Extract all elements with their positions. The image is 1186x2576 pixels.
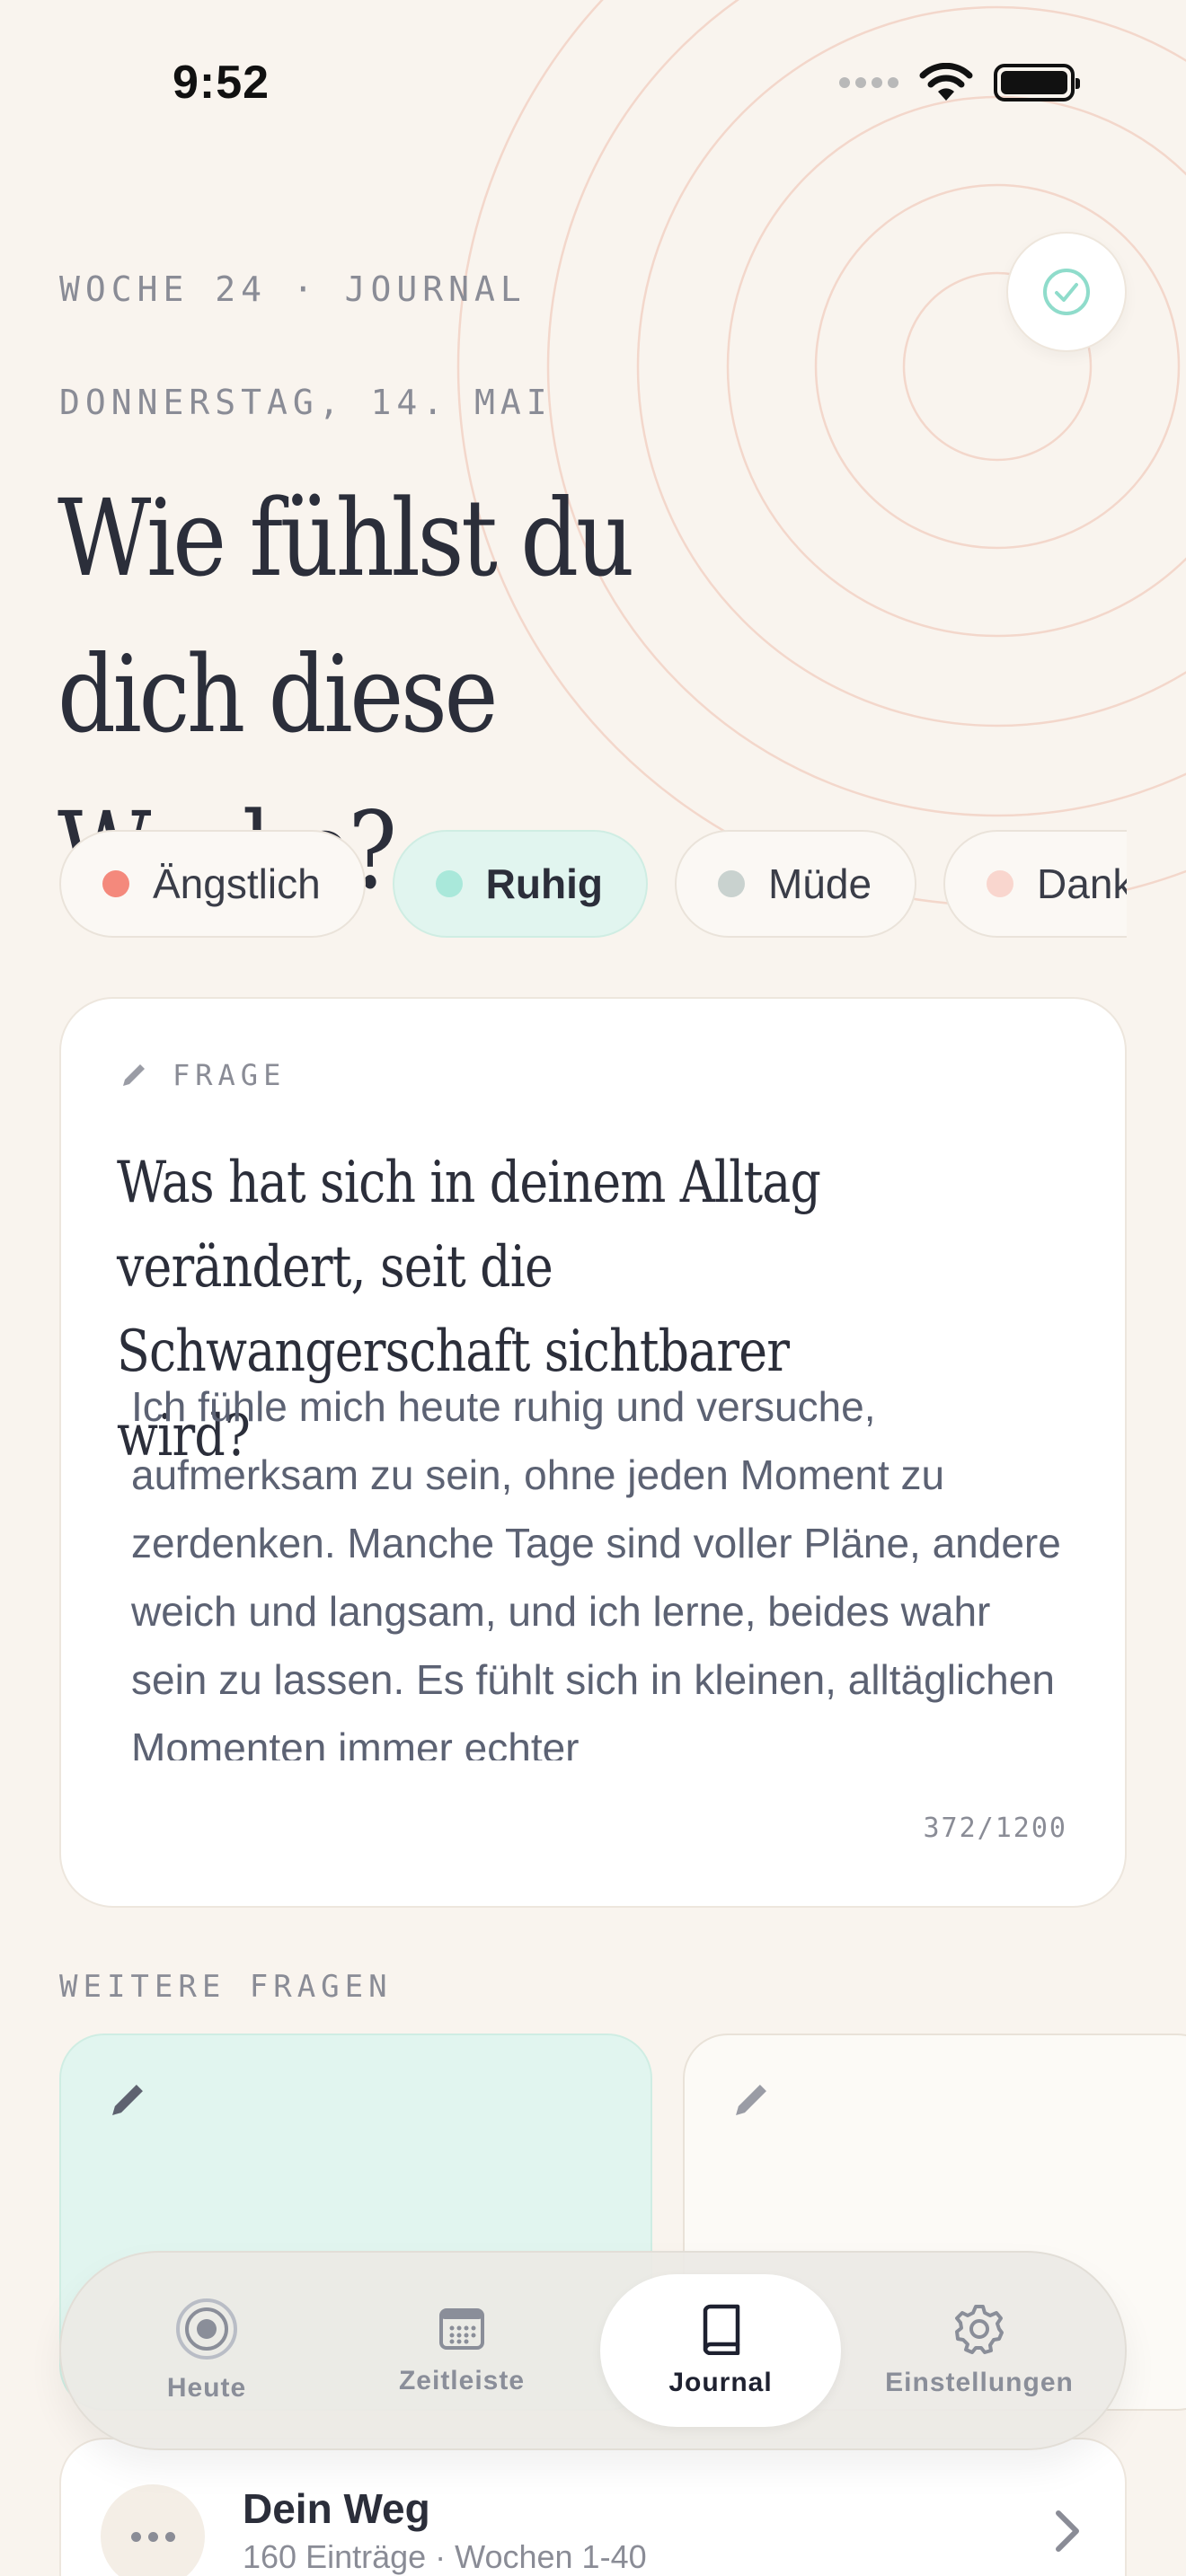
mood-chip-ruhig[interactable]: Ruhig [392, 830, 648, 938]
gear-icon [955, 2305, 1004, 2354]
tab-heute[interactable]: Heute [79, 2274, 334, 2427]
mood-chip-dankbar[interactable]: Dankbar [943, 830, 1127, 938]
mood-chip-label: Dankbar [1037, 860, 1127, 907]
mood-selector: Ängstlich Ruhig Müde Dankbar [59, 830, 1127, 941]
done-button[interactable] [1006, 232, 1127, 352]
pencil-icon [112, 2085, 143, 2115]
journey-subtitle: 160 Einträge · Wochen 1-40 [243, 2538, 647, 2575]
mood-chip-aengstlich[interactable]: Ängstlich [59, 830, 366, 938]
tab-label: Einstellungen [885, 2368, 1074, 2397]
calendar-icon [439, 2308, 484, 2350]
mood-color-dot [435, 870, 463, 897]
tab-bar: Heute Zeitleiste Journal Einstellungen [59, 2251, 1127, 2450]
tab-journal[interactable]: Journal [600, 2274, 841, 2427]
tab-einstellungen[interactable]: Einstellungen [852, 2274, 1107, 2427]
mood-chip-label: Ruhig [485, 860, 603, 907]
tab-label: Journal [668, 2368, 773, 2397]
tab-label: Heute [166, 2373, 247, 2403]
journey-title: Dein Weg [243, 2485, 430, 2532]
week-label: WOCHE 24 · JOURNAL [59, 269, 527, 309]
mood-color-dot [102, 870, 129, 897]
mood-chip-label: Ängstlich [153, 860, 321, 907]
wifi-icon [919, 63, 973, 101]
tab-zeitleiste[interactable]: Zeitleiste [334, 2274, 589, 2427]
chevron-right-icon [1056, 2510, 1079, 2552]
mood-chip-muede[interactable]: Müde [674, 830, 917, 938]
pencil-icon [123, 1064, 145, 1086]
answer-textarea[interactable]: Ich fühle mich heute ruhig und versuche,… [131, 1372, 1066, 1760]
cellular-signal-icon [839, 77, 898, 88]
tab-label: Zeitleiste [398, 2366, 526, 2395]
question-tag-label: FRAGE [173, 1058, 287, 1092]
status-indicators [839, 63, 1080, 102]
section-title-more-questions: WEITERE FRAGEN [59, 1969, 393, 2005]
battery-icon [994, 64, 1080, 101]
mood-color-dot [987, 870, 1014, 897]
check-circle-icon [1043, 269, 1090, 315]
rings-icon [176, 2298, 237, 2360]
mood-color-dot [717, 870, 745, 897]
book-icon [703, 2304, 740, 2355]
date-label: DONNERSTAG, 14. MAI [59, 383, 553, 422]
question-tag: FRAGE [119, 1058, 286, 1092]
mood-chip-label: Müde [767, 860, 872, 907]
character-counter: 372/1200 [923, 1813, 1067, 1844]
status-time: 9:52 [173, 57, 270, 109]
pencil-icon [736, 2085, 766, 2115]
